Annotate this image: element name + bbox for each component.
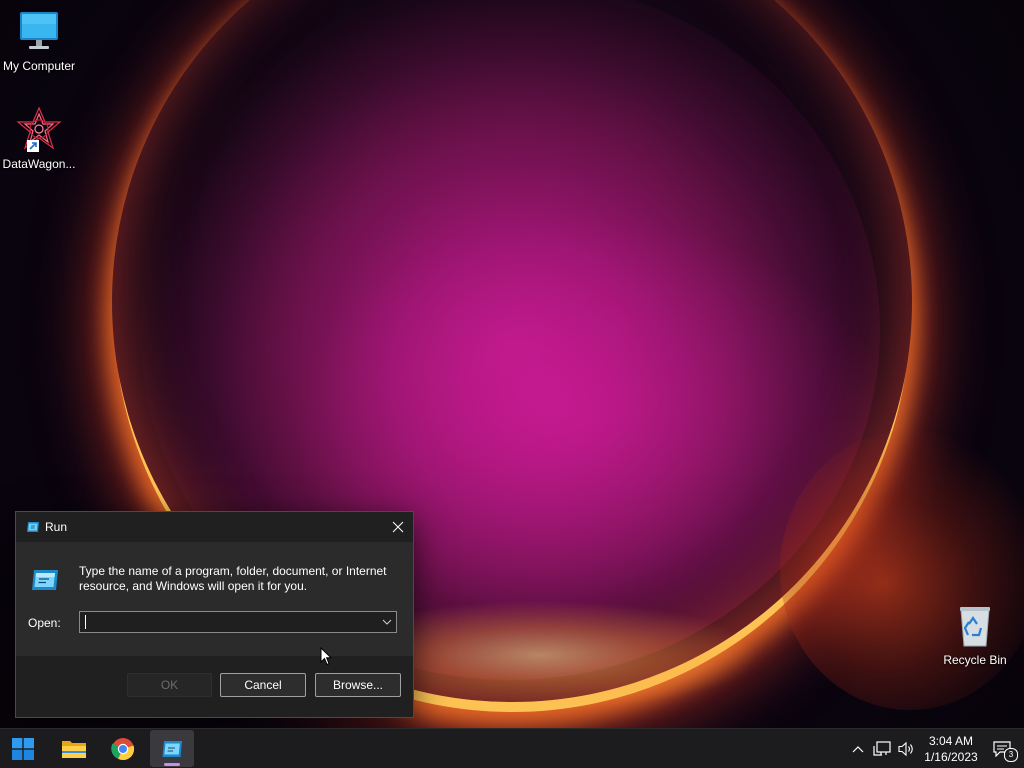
- volume-icon: [898, 741, 913, 757]
- tray-network-button[interactable]: [872, 739, 892, 759]
- desktop-icon-datawagon[interactable]: DataWagon...: [0, 106, 78, 171]
- title-bar[interactable]: Run: [16, 512, 413, 542]
- browse-button[interactable]: Browse...: [315, 673, 401, 697]
- taskbar-run[interactable]: [150, 730, 194, 767]
- windows-logo-icon: [12, 737, 34, 760]
- ok-button[interactable]: OK: [127, 673, 212, 697]
- notification-count-badge: 3: [1004, 748, 1018, 762]
- desktop-icon-label: My Computer: [2, 59, 76, 73]
- run-icon: [30, 568, 60, 595]
- chrome-icon: [111, 737, 135, 760]
- open-input[interactable]: [80, 612, 376, 632]
- close-button[interactable]: [383, 512, 413, 542]
- taskbar-clock[interactable]: 3:04 AM 1/16/2023: [918, 733, 984, 765]
- open-label: Open:: [28, 616, 61, 630]
- dialog-title: Run: [45, 520, 68, 534]
- mouse-cursor-icon: [320, 646, 333, 671]
- datawagon-app-icon: [15, 106, 63, 154]
- run-icon: [26, 521, 40, 536]
- open-combobox[interactable]: [79, 611, 397, 633]
- run-icon: [162, 740, 182, 757]
- active-indicator: [164, 763, 180, 766]
- tray-overflow-button[interactable]: [848, 739, 868, 759]
- dropdown-button[interactable]: [378, 612, 396, 632]
- chevron-down-icon: [382, 619, 392, 625]
- tray-volume-button[interactable]: [897, 739, 917, 759]
- recycle-bin-icon: [951, 602, 999, 650]
- wallpaper-glow-right: [780, 430, 1024, 710]
- clock-time: 3:04 AM: [928, 734, 974, 748]
- taskbar-chrome[interactable]: [101, 729, 145, 768]
- folder-icon: [62, 740, 86, 758]
- close-icon: [392, 521, 404, 533]
- cancel-button[interactable]: Cancel: [220, 673, 306, 697]
- taskbar-file-explorer[interactable]: [52, 729, 96, 768]
- desktop-icon-my-computer[interactable]: My Computer: [0, 8, 78, 73]
- monitor-icon: [15, 8, 63, 56]
- run-dialog[interactable]: Run Type the name of a program, folder, …: [15, 511, 414, 718]
- instructions-text: Type the name of a program, folder, docu…: [79, 564, 387, 593]
- desktop-icon-recycle-bin[interactable]: Recycle Bin: [936, 602, 1014, 667]
- text-caret: [85, 615, 86, 629]
- taskbar: 3:04 AM 1/16/2023 3: [0, 728, 1024, 768]
- desktop-icon-label: DataWagon...: [2, 157, 76, 171]
- chevron-up-icon: [852, 746, 864, 753]
- network-icon: [873, 741, 891, 756]
- clock-date: 1/16/2023: [924, 750, 978, 764]
- desktop-icon-label: Recycle Bin: [943, 653, 1007, 667]
- start-button[interactable]: [1, 729, 45, 768]
